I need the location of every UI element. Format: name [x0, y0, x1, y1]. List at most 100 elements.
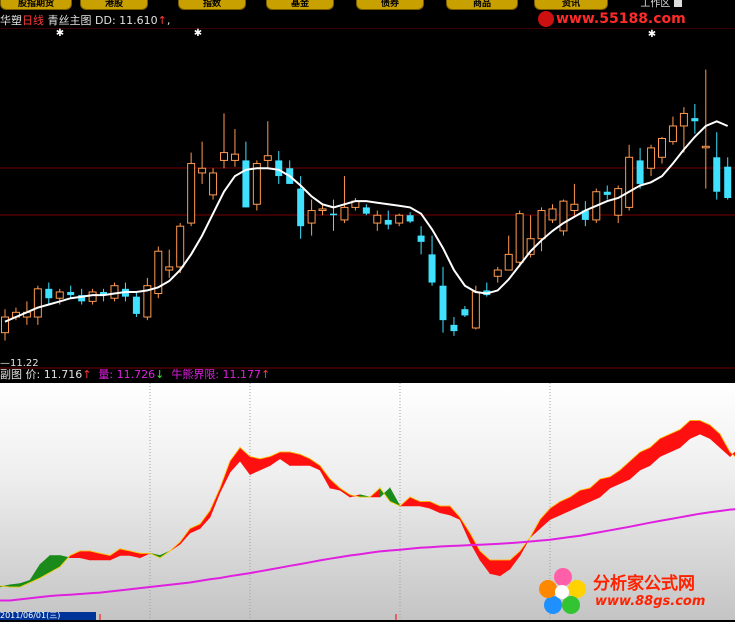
- candle-body: [493, 269, 502, 277]
- band-segment: [669, 429, 681, 453]
- candle-body: [33, 288, 42, 318]
- candle: [33, 285, 42, 325]
- candle: [132, 291, 140, 318]
- candlestick-chart: ✱ ✱ ✱: [0, 28, 735, 369]
- dropdown-icon: [673, 0, 682, 7]
- candle-body: [625, 156, 634, 208]
- candle-body: [614, 188, 623, 216]
- candle-body: [45, 288, 53, 299]
- bull-bear-arrow: ↑: [261, 368, 271, 381]
- tab-commodities[interactable]: 商品: [446, 0, 518, 10]
- candle: [668, 116, 677, 145]
- period-label: 日线: [22, 14, 44, 27]
- candle: [286, 160, 294, 184]
- candle-body: [647, 147, 656, 169]
- band-segment: [389, 486, 401, 507]
- candle: [625, 144, 634, 211]
- band-segment: [209, 487, 221, 518]
- candle-body: [461, 309, 469, 316]
- candle-body: [679, 112, 688, 127]
- tab-bonds[interactable]: 债券: [356, 0, 424, 10]
- band-segment: [459, 516, 471, 543]
- price-value: 价: 11.716: [25, 368, 83, 381]
- candle-body: [198, 167, 207, 174]
- candle: [220, 113, 228, 169]
- band-segment: [189, 523, 201, 534]
- band-segment: [479, 550, 491, 575]
- candle-body: [330, 213, 337, 216]
- stock-name: 华塑: [0, 14, 22, 27]
- candle-body: [362, 207, 370, 214]
- workspace-label[interactable]: 工作区: [612, 0, 710, 9]
- candle: [559, 199, 568, 236]
- band-segment: [609, 469, 621, 489]
- band-segment: [709, 424, 721, 449]
- tab-news[interactable]: 资讯: [534, 0, 608, 10]
- candle-body: [263, 155, 272, 161]
- sub-chart-header: 副图 价: 11.716↑, 量: 11.726↓, 牛熊界限: 11.177↑: [0, 369, 735, 382]
- candle: [187, 152, 196, 227]
- candle-body: [384, 219, 392, 225]
- candle-body: [636, 160, 644, 184]
- candle: [504, 235, 513, 271]
- tab-index[interactable]: 指数: [178, 0, 246, 10]
- candle-body: [724, 166, 732, 198]
- candle: [209, 168, 218, 200]
- candle: [395, 213, 404, 227]
- candle: [373, 210, 382, 231]
- tab-stock-futures[interactable]: 股指期货: [0, 0, 72, 10]
- price-arrow: ↑: [82, 368, 92, 381]
- candle-body: [307, 210, 316, 224]
- site-logo-icon: [538, 11, 554, 27]
- candle-body: [187, 163, 196, 224]
- logo-brand-text: 分析家公式网: [593, 574, 695, 594]
- candle: [450, 317, 458, 336]
- candle: [143, 277, 152, 321]
- tab-hk-stocks[interactable]: 港股: [80, 0, 148, 10]
- candle: [417, 226, 425, 255]
- candle: [636, 147, 644, 189]
- band-segment: [29, 563, 41, 583]
- candle-body: [570, 203, 579, 212]
- sub-chart-label: 副图: [0, 368, 22, 381]
- band-segment: [689, 420, 701, 439]
- candle: [242, 141, 250, 208]
- candle: [275, 151, 283, 184]
- signal-marker: ✱: [648, 29, 656, 40]
- dd-value: DD: 11.610: [95, 14, 158, 27]
- candle-body: [668, 125, 677, 143]
- candle-body: [318, 208, 327, 212]
- candle-body: [691, 118, 699, 122]
- candle: [307, 199, 316, 236]
- candle: [340, 176, 349, 224]
- candle: [614, 185, 623, 224]
- band-segment: [79, 550, 91, 561]
- watermark-top: www.55188.com: [538, 11, 686, 27]
- band-segment: [199, 509, 211, 530]
- candle: [713, 132, 721, 200]
- candle-body: [55, 291, 64, 299]
- dd-arrow: ↑: [157, 14, 167, 27]
- candle-body: [67, 291, 75, 296]
- band-segment: [429, 501, 441, 514]
- candle: [1, 309, 9, 341]
- candle-body: [713, 157, 721, 192]
- band-segment: [619, 460, 631, 484]
- band-segment: [499, 559, 511, 577]
- date-cursor-label: 2011/06/01(三): [0, 612, 96, 620]
- candle-body: [428, 254, 436, 283]
- candle-body: [559, 200, 568, 232]
- flower-logo-icon: [539, 568, 586, 614]
- band-segment: [639, 447, 651, 471]
- logo-88gs: 分析家公式网 www.88gs.com: [535, 563, 735, 618]
- candle: [493, 266, 502, 283]
- band-segment: [279, 451, 291, 467]
- band-segment: [139, 552, 151, 559]
- volume-value: 量: 11.726: [98, 368, 156, 381]
- candle: [165, 249, 174, 278]
- candle-body: [701, 145, 710, 149]
- band-segment: [439, 505, 451, 516]
- band-segment: [229, 446, 241, 474]
- tab-funds[interactable]: 基金: [266, 0, 334, 10]
- signal-marker: ✱: [194, 28, 202, 39]
